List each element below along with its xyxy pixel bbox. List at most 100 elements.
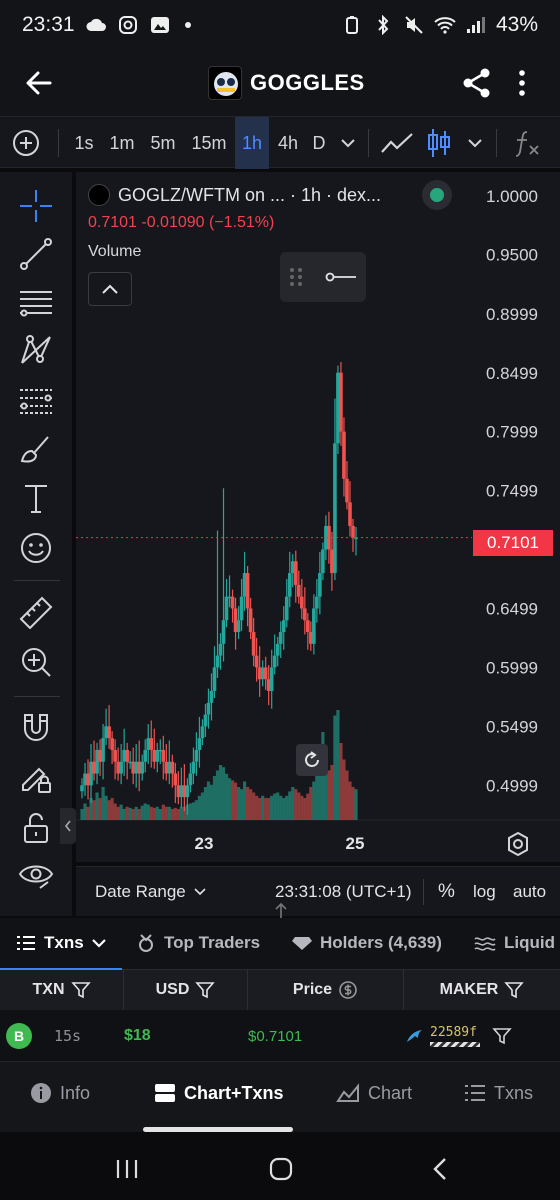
interval-15m[interactable]: 15m [186,117,232,169]
chart-type-chevron-icon[interactable] [462,117,488,169]
column-maker-label: MAKER [439,981,499,998]
log-scale-toggle[interactable]: log [473,867,496,917]
column-price-label: Price [292,981,333,998]
nav-txns-label: Txns [494,1082,534,1103]
volume-bar [224,773,229,820]
crosshair-icon[interactable] [16,186,56,226]
lock-drawings-icon[interactable] [16,758,56,798]
toolbar-collapse-chevron-icon[interactable] [60,808,76,844]
trend-line-icon[interactable] [16,234,56,274]
volume-bar [134,806,138,820]
visibility-eye-icon[interactable] [16,856,56,896]
percent-scale-toggle[interactable]: % [438,867,455,917]
recent-apps-icon[interactable] [112,1154,142,1184]
volume-bar [276,792,280,820]
volume-bar [155,806,159,820]
add-symbol-icon[interactable] [8,117,44,169]
system-back-icon[interactable] [426,1154,456,1184]
volume-bar [288,791,292,820]
unlock-icon[interactable] [16,808,56,848]
ruler-icon[interactable] [16,592,56,632]
candle-body [345,478,349,503]
filter-icon[interactable] [504,981,525,999]
volume-bar [282,798,286,820]
filter-icon[interactable] [195,981,216,999]
column-txn[interactable]: TXN [0,970,124,1010]
candle-body [206,702,211,715]
candle-body [342,431,346,479]
horizontal-lines-icon[interactable] [16,282,56,322]
column-price[interactable]: Price [248,970,404,1010]
candle-body [194,749,199,762]
volume-bar [303,798,307,820]
candle-body [245,573,250,609]
interval-dropdown-chevron-icon[interactable] [334,117,362,169]
interval-d[interactable]: D [306,117,332,169]
divider [368,129,369,157]
chart-clock: 23:31:08 (UTC+1) [275,882,412,901]
line-chart-icon[interactable] [378,117,416,169]
price-chart[interactable]: 1.00000.95000.89990.84990.79990.74990.69… [76,172,560,862]
candle-body [296,584,301,597]
text-tool-icon[interactable] [16,478,56,518]
back-arrow-icon[interactable] [20,64,58,102]
column-usd[interactable]: USD [124,970,248,1010]
volume-bar [255,795,259,820]
candle-body [287,573,292,597]
volume-bar [104,795,108,820]
projection-icon[interactable] [16,380,56,420]
tab-holders[interactable]: Holders (4,639) [292,918,442,968]
nav-info[interactable]: Info [30,1062,90,1124]
volume-bar [233,782,238,820]
volume-bar [203,787,208,820]
brush-icon[interactable] [16,428,56,468]
maker-address[interactable]: 22589f [430,1025,480,1040]
volume-bar [146,804,150,820]
reset-chart-icon[interactable] [296,744,328,776]
more-options-icon[interactable] [510,64,534,102]
nav-chart-txns[interactable]: Chart+Txns [154,1062,284,1124]
chart-settings-icon[interactable] [504,830,532,858]
nav-chart[interactable]: Chart [336,1062,412,1124]
interval-1s[interactable]: 1s [68,117,100,169]
zoom-in-icon[interactable] [16,642,56,682]
interval-1m[interactable]: 1m [104,117,140,169]
currency-toggle-icon[interactable] [338,980,358,1000]
tab-top-traders[interactable]: Top Traders [136,918,260,968]
interval-4h[interactable]: 4h [272,117,304,169]
interval-1h[interactable]: 1h [235,117,269,169]
txn-maker[interactable]: 22589f [406,1010,480,1062]
volume-bar [291,787,295,820]
magnet-icon[interactable] [16,708,56,748]
emoji-icon[interactable] [16,528,56,568]
candle-body [125,749,129,762]
candle-body [149,738,154,750]
home-indicator[interactable] [143,1127,293,1132]
column-usd-label: USD [155,981,190,998]
floating-drawing-tool[interactable] [280,252,366,302]
filter-maker-icon[interactable] [492,1010,512,1062]
column-maker[interactable]: MAKER [404,970,560,1010]
pattern-icon[interactable] [16,330,56,370]
divider [423,879,424,905]
indicators-fx-icon[interactable] [508,117,548,169]
nav-txns[interactable]: Txns [464,1062,533,1124]
txn-age: 15s [54,1027,82,1045]
volume-bar [119,804,123,820]
tab-liquidity[interactable]: Liquid [474,918,555,968]
collapse-legend-chevron-icon[interactable] [88,272,132,306]
auto-scale-toggle[interactable]: auto [513,867,546,917]
table-row[interactable]: B 15s $18 $0.7101 22589f [0,1010,560,1062]
filter-icon[interactable] [70,981,91,999]
tab-txns[interactable]: Txns [16,918,106,968]
divider [14,580,60,581]
volume-bar [297,792,301,820]
home-icon[interactable] [266,1154,296,1184]
interval-5m[interactable]: 5m [145,117,181,169]
candlestick-chart-icon[interactable] [422,117,456,169]
share-icon[interactable] [460,64,494,102]
bluetooth-icon [372,14,394,36]
date-range-dropdown[interactable]: Date Range [95,867,206,917]
volume-bar [110,798,114,820]
tab-liquidity-label: Liquid [504,933,555,952]
